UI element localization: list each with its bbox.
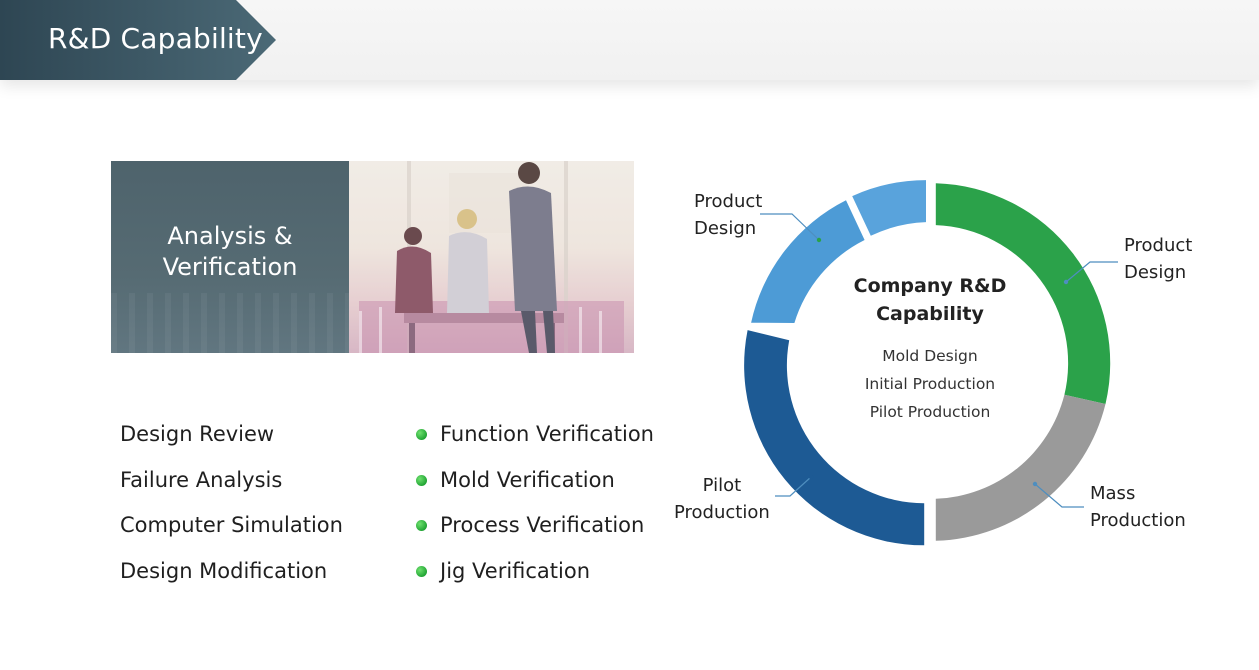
label-pilot-production: Pilot Production: [674, 472, 770, 526]
banner-title-panel: Analysis & Verification: [111, 161, 349, 353]
center-item-mold-design: Mold Design: [882, 347, 978, 365]
label-product-design-left: Product Design: [694, 188, 762, 242]
list-item-failure-analysis: Failure Analysis: [120, 467, 283, 492]
list-item-function-verification: Function Verification: [416, 418, 654, 464]
list-item-computer-simulation: Computer Simulation: [120, 513, 343, 537]
label-line: Production: [1090, 510, 1186, 531]
label-line: Product: [1124, 235, 1193, 256]
leader-dot: [1063, 279, 1069, 285]
list-item-process-verification: Process Verification: [416, 509, 654, 555]
green-bullet-icon: [416, 565, 427, 577]
label-line: Design: [1124, 262, 1187, 283]
list-item-label: Mold Verification: [440, 467, 615, 492]
segment-top-small: [852, 180, 926, 236]
leader-dot: [1032, 481, 1038, 487]
label-line: Pilot: [702, 475, 742, 496]
list-item-mold-verification: Mold Verification: [416, 464, 654, 510]
green-bullet-icon: [416, 429, 427, 440]
label-line: Mass: [1090, 483, 1136, 504]
list-item-label: Process Verification: [440, 513, 645, 537]
leader-dot: [816, 237, 822, 243]
list-item-label: Function Verification: [440, 422, 654, 446]
banner-title: Analysis & Verification: [111, 221, 349, 283]
label-line: Product: [694, 191, 763, 212]
list-item-design-modification: Design Modification: [120, 558, 328, 583]
donut-center-items: Mold Design Initial Production Pilot Pro…: [830, 342, 1030, 426]
banner-title-line2: Verification: [162, 253, 298, 281]
list-item-label: Jig Verification: [440, 558, 591, 583]
label-product-design-right: Product Design: [1124, 232, 1192, 286]
list-item-jig-verification: Jig Verification: [416, 555, 654, 601]
leader-dot: [808, 474, 814, 480]
center-item-pilot-production: Pilot Production: [869, 403, 991, 421]
page-title: R&D Capability: [48, 22, 263, 55]
analysis-banner: Analysis & Verification: [111, 161, 634, 353]
verification-list: Function Verification Mold Verification …: [416, 418, 654, 600]
donut-center-title: Company R&D Capability: [830, 272, 1030, 328]
label-mass-production: Mass Production: [1090, 480, 1186, 534]
list-item-design-review: Design Review: [120, 422, 275, 446]
green-bullet-icon: [416, 474, 427, 486]
label-line: Production: [674, 502, 770, 523]
team-meeting-photo: [349, 161, 634, 353]
team-meeting-illustration: [349, 161, 634, 353]
donut-center-title-line1: Company R&D: [853, 275, 1007, 297]
center-item-initial-production: Initial Production: [864, 375, 996, 393]
analysis-list: Design Review Failure Analysis Computer …: [120, 418, 343, 600]
banner-title-line1: Analysis &: [167, 222, 293, 250]
label-line: Design: [694, 218, 757, 239]
green-bullet-icon: [416, 520, 427, 531]
donut-center-title-line2: Capability: [876, 303, 984, 325]
